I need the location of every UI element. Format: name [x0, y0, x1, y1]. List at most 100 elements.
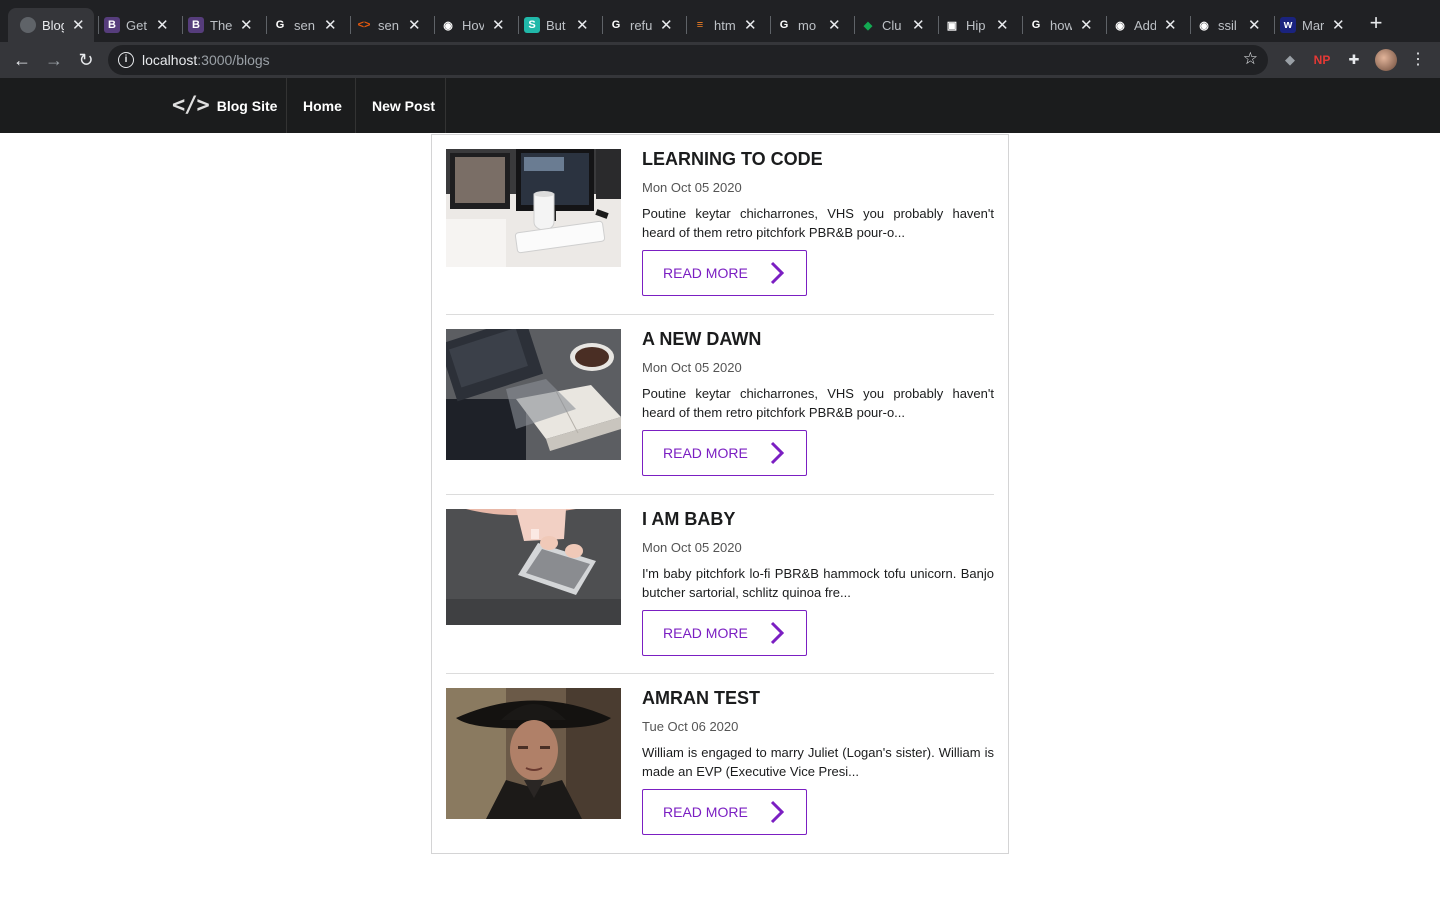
tab-separator: [938, 16, 939, 34]
browser-menu-icon[interactable]: ⋮: [1409, 51, 1427, 69]
tab-separator: [686, 16, 687, 34]
post-title[interactable]: LEARNING TO CODE: [642, 149, 823, 170]
github-icon: ◉: [1115, 19, 1125, 32]
post-title[interactable]: A NEW DAWN: [642, 329, 761, 350]
browser-tab[interactable]: B The ✕: [188, 8, 264, 42]
close-tab-icon[interactable]: ✕: [660, 18, 673, 33]
close-tab-icon[interactable]: ✕: [1080, 18, 1093, 33]
nav-divider: [355, 78, 356, 133]
close-tab-icon[interactable]: ✕: [1332, 18, 1345, 33]
browser-tab[interactable]: Grefu ✕: [608, 8, 684, 42]
chevron-right-icon: [770, 621, 784, 645]
nav-home-link[interactable]: Home: [303, 78, 342, 133]
tab-separator: [182, 16, 183, 34]
read-more-button[interactable]: READ MORE: [642, 610, 807, 656]
address-bar[interactable]: i localhost:3000/blogs ☆: [108, 45, 1268, 75]
browser-tab[interactable]: ◆ Clu ✕: [860, 8, 936, 42]
blog-post-item: AMRAN TEST Tue Oct 06 2020 William is en…: [446, 688, 994, 838]
post-image[interactable]: [446, 509, 621, 625]
close-tab-icon[interactable]: ✕: [156, 18, 169, 33]
reload-button[interactable]: ↻: [74, 48, 98, 72]
browser-tab[interactable]: ▣ Hip ✕: [944, 8, 1020, 42]
nav-new-post-link[interactable]: New Post: [372, 78, 435, 133]
browser-tab-strip: Blog ✕ BGet✕BThe✕Gsen✕<>sen✕◉Hov✕SBut✕Gr…: [0, 0, 1440, 42]
code-icon: <>: [357, 19, 371, 31]
post-date: Mon Oct 05 2020: [642, 180, 742, 195]
close-tab-icon[interactable]: ✕: [492, 18, 505, 33]
site-info-icon[interactable]: i: [118, 52, 134, 68]
globe-icon: [20, 17, 36, 33]
tab-separator: [770, 16, 771, 34]
close-tab-icon[interactable]: ✕: [576, 18, 589, 33]
post-excerpt: I'm baby pitchfork lo-fi PBR&B hammock t…: [642, 566, 994, 600]
tab-separator: [266, 16, 267, 34]
post-date: Mon Oct 05 2020: [642, 540, 742, 555]
read-more-button[interactable]: READ MORE: [642, 789, 807, 835]
close-tab-icon[interactable]: ✕: [1248, 18, 1261, 33]
forward-button[interactable]: →: [42, 48, 66, 72]
google-icon: G: [611, 19, 621, 31]
close-tab-icon[interactable]: ✕: [408, 18, 421, 33]
extensions-puzzle-icon[interactable]: ✚: [1345, 51, 1363, 69]
chevron-right-icon: [770, 800, 784, 824]
w-icon: w: [1280, 17, 1296, 33]
tab-separator: [854, 16, 855, 34]
close-tab-icon[interactable]: ✕: [828, 18, 841, 33]
back-button[interactable]: ←: [10, 48, 34, 72]
browser-tab[interactable]: B Get ✕: [104, 8, 180, 42]
address-url: localhost:3000/blogs: [142, 52, 270, 68]
browser-tab-blog[interactable]: Blog ✕: [8, 8, 94, 42]
hipster-icon: ▣: [946, 19, 958, 32]
browser-tab[interactable]: ≡ htm ✕: [692, 8, 768, 42]
tab-separator: [98, 16, 99, 34]
stackoverflow-icon: ≡: [696, 19, 704, 31]
read-more-button[interactable]: READ MORE: [642, 250, 807, 296]
profile-avatar[interactable]: [1375, 49, 1397, 71]
browser-tab[interactable]: ◉ Hov ✕: [440, 8, 516, 42]
close-tab-icon[interactable]: ✕: [1164, 18, 1177, 33]
read-more-button[interactable]: READ MORE: [642, 430, 807, 476]
blog-post-item: A NEW DAWN Mon Oct 05 2020 Poutine keyta…: [446, 329, 994, 479]
blog-post-item: I AM BABY Mon Oct 05 2020 I'm baby pitch…: [446, 509, 994, 659]
close-tab-icon[interactable]: ✕: [996, 18, 1009, 33]
browser-tab[interactable]: Ghow ✕: [1028, 8, 1104, 42]
close-tab-icon[interactable]: ✕: [744, 18, 757, 33]
post-image[interactable]: [446, 329, 621, 460]
nav-divider: [286, 78, 287, 133]
brand-link[interactable]: </> Blog Site: [172, 78, 277, 133]
browser-tab[interactable]: ◉ ssil ✕: [1196, 8, 1272, 42]
tab-separator: [518, 16, 519, 34]
browser-tab[interactable]: Gsen ✕: [272, 8, 348, 42]
dropbox-extension-icon[interactable]: ◆: [1281, 51, 1299, 69]
browser-tab[interactable]: Gmo ✕: [776, 8, 852, 42]
google-icon: G: [1031, 19, 1041, 31]
browser-toolbar: ← → ↻ i localhost:3000/blogs ☆ ◆ NP ✚ ⋮: [0, 42, 1440, 78]
brand-name: Blog Site: [216, 97, 278, 114]
post-excerpt: William is engaged to marry Juliet (Loga…: [642, 745, 994, 779]
blog-list: LEARNING TO CODE Mon Oct 05 2020 Poutine…: [431, 134, 1009, 854]
post-image[interactable]: [446, 688, 621, 819]
post-excerpt: Poutine keytar chicharrones, VHS you pro…: [642, 386, 994, 420]
code-logo-icon: </>: [172, 93, 210, 118]
post-title[interactable]: I AM BABY: [642, 509, 735, 530]
github-icon: ◉: [1199, 19, 1209, 32]
browser-tab[interactable]: w Mar ✕: [1280, 8, 1356, 42]
post-title[interactable]: AMRAN TEST: [642, 688, 760, 709]
browser-tab[interactable]: S But ✕: [524, 8, 600, 42]
new-tab-button[interactable]: +: [1366, 12, 1386, 36]
chevron-right-icon: [770, 261, 784, 285]
close-tab-icon[interactable]: ✕: [240, 18, 253, 33]
tab-separator: [1190, 16, 1191, 34]
close-tab-icon[interactable]: ✕: [324, 18, 337, 33]
tab-separator: [1022, 16, 1023, 34]
bookmark-star-icon[interactable]: ☆: [1243, 49, 1258, 69]
bootstrap-icon: B: [104, 17, 120, 33]
browser-tab[interactable]: <> sen ✕: [356, 8, 432, 42]
np-extension-icon[interactable]: NP: [1313, 51, 1331, 69]
browser-tab[interactable]: ◉ Add ✕: [1112, 8, 1188, 42]
close-tab-icon[interactable]: ✕: [912, 18, 925, 33]
s-icon: S: [524, 17, 540, 33]
post-divider: [446, 494, 994, 495]
close-tab-icon[interactable]: ✕: [72, 18, 85, 33]
post-image[interactable]: [446, 149, 621, 267]
